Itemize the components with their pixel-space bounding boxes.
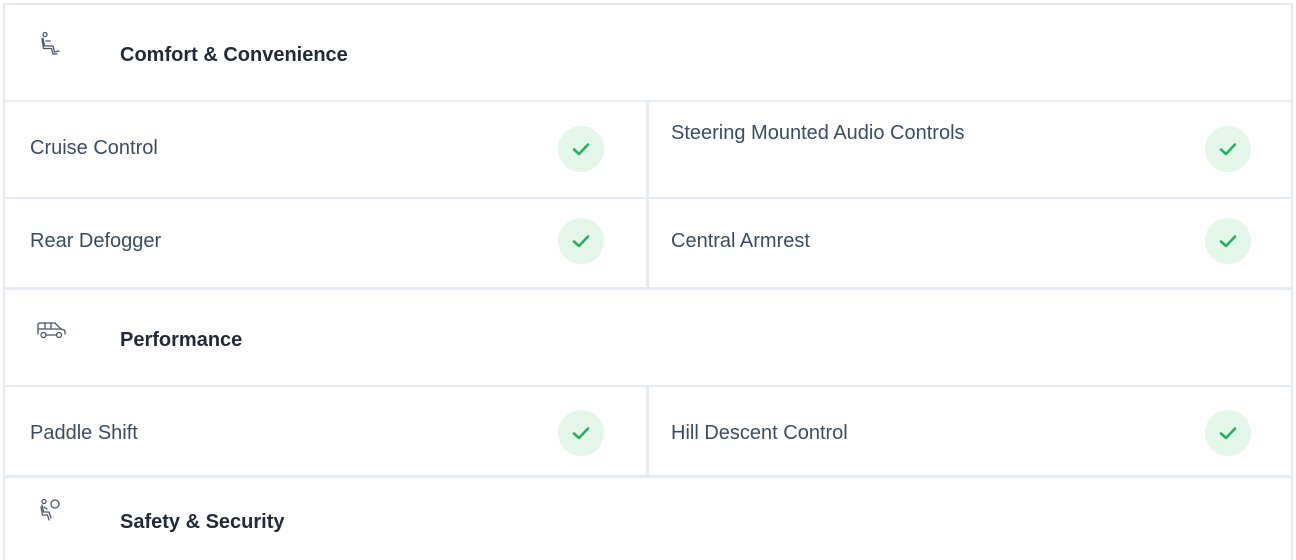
check-icon: [1205, 410, 1251, 456]
section-title: Performance: [120, 329, 243, 351]
section-header-performance[interactable]: Performance: [5, 290, 1291, 387]
check-icon: [1205, 218, 1251, 264]
car-icon: [35, 320, 67, 340]
section-title: Comfort & Convenience: [120, 44, 348, 66]
check-icon: [558, 218, 604, 264]
feature-label: Hill Descent Control: [671, 422, 848, 444]
seat-icon: [37, 31, 63, 57]
feature-label: Cruise Control: [30, 137, 158, 159]
check-icon: [558, 410, 604, 456]
feature-row: Rear Defogger Central Armrest: [5, 199, 1291, 290]
feature-row: Paddle Shift Hill Descent Control: [5, 387, 1291, 478]
airbag-icon: [37, 498, 63, 524]
feature-label: Paddle Shift: [30, 422, 138, 444]
feature-row: Cruise Control Steering Mounted Audio Co…: [5, 102, 1291, 199]
feature-label: Rear Defogger: [30, 230, 162, 252]
feature-label: Central Armrest: [671, 230, 810, 252]
feature-spec-table: Comfort & Convenience Cruise Control Ste…: [3, 3, 1293, 560]
feature-cell-rear-defogger: Rear Defogger: [5, 199, 649, 287]
feature-cell-steering-audio: Steering Mounted Audio Controls: [649, 102, 1291, 197]
feature-cell-hill-descent: Hill Descent Control: [649, 387, 1291, 475]
section-header-safety[interactable]: Safety & Security: [5, 478, 1291, 560]
check-icon: [1205, 126, 1251, 172]
section-title: Safety & Security: [120, 511, 285, 533]
check-icon: [558, 126, 604, 172]
feature-cell-paddle-shift: Paddle Shift: [5, 387, 649, 475]
feature-label: Steering Mounted Audio Controls: [671, 122, 965, 144]
section-header-comfort[interactable]: Comfort & Convenience: [5, 5, 1291, 102]
feature-cell-cruise-control: Cruise Control: [5, 102, 649, 197]
feature-cell-central-armrest: Central Armrest: [649, 199, 1291, 287]
